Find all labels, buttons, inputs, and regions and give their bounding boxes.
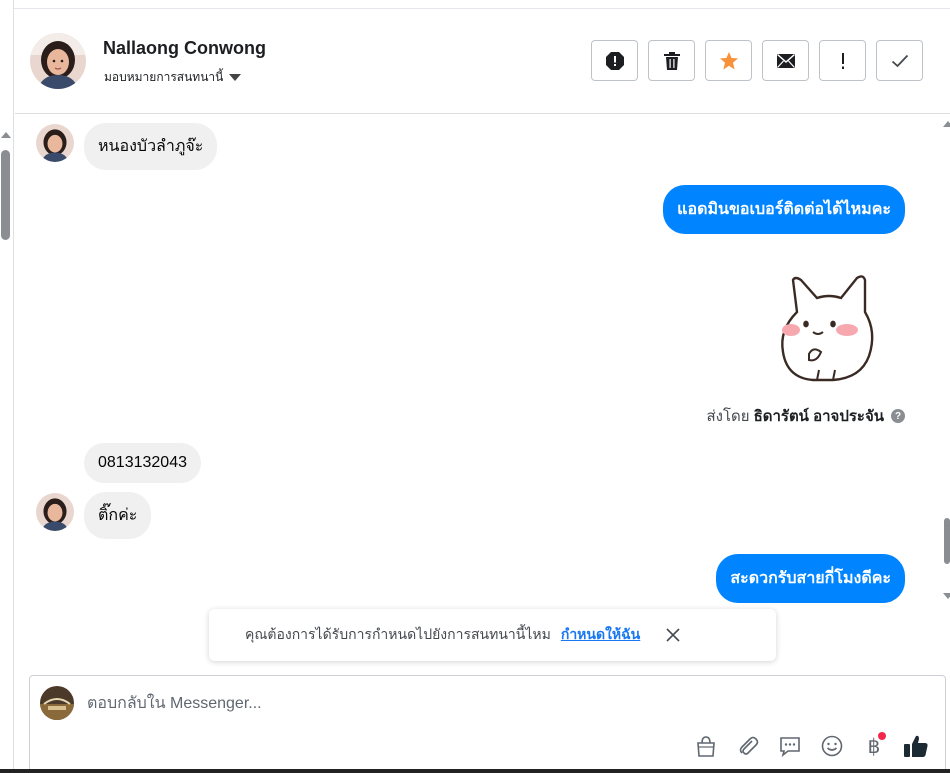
contact-name[interactable]: Nallaong Conwong: [103, 38, 266, 59]
reply-composer: ฿: [29, 675, 946, 773]
emoji-icon: [821, 735, 843, 757]
composer-tools: ฿: [689, 732, 933, 760]
check-icon: [891, 54, 908, 67]
like-button[interactable]: [899, 732, 933, 760]
mark-spam-button[interactable]: [591, 40, 638, 81]
mail-icon: [776, 53, 795, 68]
exclamation-icon: [841, 52, 844, 69]
follow-up-button[interactable]: [819, 40, 866, 81]
paperclip-icon: [739, 736, 759, 755]
sent-by-prefix: ส่งโดย: [706, 408, 750, 425]
outgoing-message[interactable]: แอดมินขอเบอร์ติดต่อได้ไหมคะ: [663, 185, 905, 234]
trash-icon: [663, 51, 680, 70]
mark-unread-button[interactable]: [762, 40, 809, 81]
assign-to-me-link[interactable]: กำหนดให้ฉัน: [561, 624, 640, 646]
conversation-actions: [591, 40, 923, 81]
saved-replies-icon: [780, 737, 800, 757]
scroll-down-arrow-icon[interactable]: [943, 593, 950, 599]
assign-conversation-dropdown[interactable]: มอบหมายการสนทนานี้: [104, 68, 242, 87]
thread-scrollbar[interactable]: [940, 115, 950, 605]
delete-button[interactable]: [648, 40, 695, 81]
scroll-up-arrow-icon[interactable]: [1, 132, 11, 138]
incoming-message[interactable]: ติ๊กค่ะ: [84, 492, 152, 539]
help-icon[interactable]: ?: [891, 409, 905, 423]
reply-input[interactable]: [87, 693, 907, 715]
contact-avatar-small[interactable]: [36, 493, 74, 531]
scroll-up-arrow-icon[interactable]: [943, 121, 950, 127]
scroll-thumb[interactable]: [1, 150, 10, 240]
incoming-message[interactable]: หนองบัวลำภูจ๊ะ: [84, 123, 218, 170]
contact-avatar[interactable]: [30, 33, 86, 89]
sent-by-label: ส่งโดย ธิดารัตน์ อาจประจัน ?: [706, 404, 905, 428]
outgoing-message[interactable]: สะดวกรับสายกี่โมงดีคะ: [716, 554, 905, 603]
attach-button[interactable]: [731, 732, 765, 760]
conversation-header: Nallaong Conwong มอบหมายการสนทนานี้: [15, 9, 950, 114]
left-pane-scrollbar[interactable]: [0, 0, 14, 773]
scroll-thumb[interactable]: [944, 518, 950, 564]
bag-icon: [697, 736, 715, 757]
message-thread: หนองบัวลำภูจ๊ะ แอดมินขอเบอร์ติดต่อได้ไหม…: [15, 115, 940, 675]
window-bottom-edge: [0, 769, 950, 773]
saved-replies-button[interactable]: [773, 732, 807, 760]
notification-dot: [878, 732, 886, 740]
assign-prompt-text: คุณต้องการได้รับการกำหนดไปยังการสนทนานี้…: [245, 626, 551, 642]
spam-icon: [605, 51, 624, 70]
star-icon: [719, 51, 738, 69]
star-button[interactable]: [705, 40, 752, 81]
shop-button[interactable]: [689, 732, 723, 760]
incoming-message[interactable]: 0813132043: [84, 443, 201, 483]
contact-avatar-small[interactable]: [36, 124, 74, 162]
close-icon[interactable]: [666, 628, 680, 642]
cat-sticker[interactable]: [773, 272, 881, 390]
sent-by-name: ธิดารัตน์ อาจประจัน: [753, 408, 884, 425]
page-avatar: [40, 686, 74, 720]
payment-button[interactable]: ฿: [857, 732, 891, 760]
chevron-down-icon: [229, 74, 242, 81]
assign-label: มอบหมายการสนทนานี้: [104, 70, 224, 84]
emoji-button[interactable]: [815, 732, 849, 760]
mark-done-button[interactable]: [876, 40, 923, 81]
thumbs-up-icon: [904, 735, 928, 757]
assign-prompt-toast: คุณต้องการได้รับการกำหนดไปยังการสนทนานี้…: [209, 609, 776, 661]
